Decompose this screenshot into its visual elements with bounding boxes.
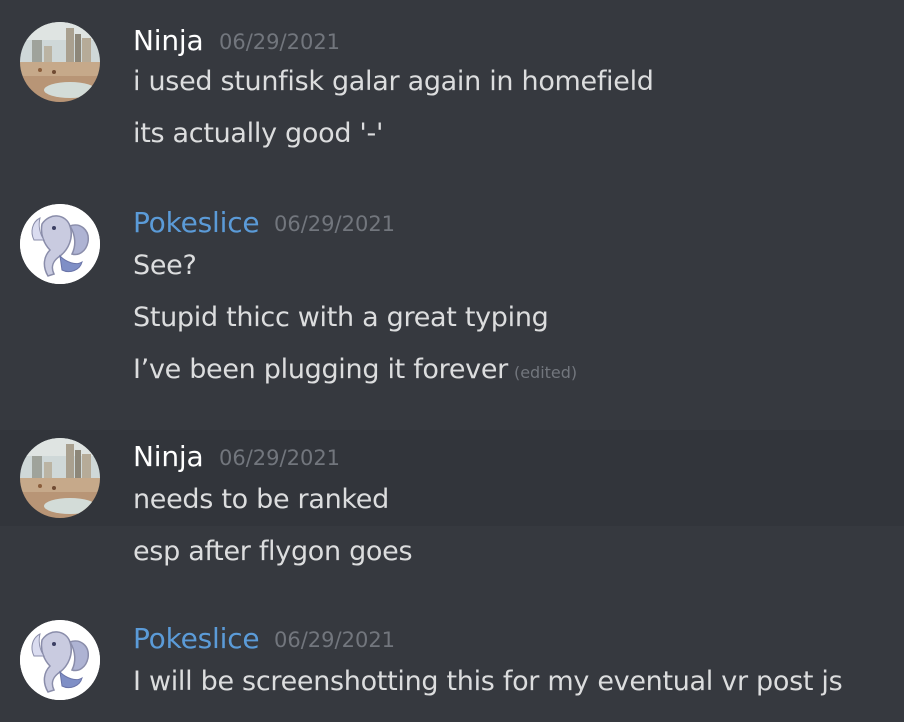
message-line: needs to be ranked <box>133 484 389 515</box>
message-line: See? <box>133 250 197 281</box>
message-text: I’ve been plugging it forever <box>133 354 508 385</box>
message-line: I’ve been plugging it forever (edited) <box>133 354 577 385</box>
avatar[interactable] <box>20 438 100 518</box>
message-line: I will be screenshotting this for my eve… <box>133 666 843 697</box>
lugia-avatar-icon <box>20 620 100 700</box>
avatar[interactable] <box>20 620 100 700</box>
message-line: Stupid thicc with a great typing <box>133 302 549 333</box>
message-author[interactable]: Ninja <box>133 24 204 57</box>
message-line: its actually good '-' <box>133 118 384 149</box>
avatar[interactable] <box>20 22 100 102</box>
beach-photo-avatar-icon <box>20 438 100 518</box>
message-line: i used stunfisk galar again in homefield <box>133 66 654 97</box>
message-timestamp: 06/29/2021 <box>274 628 396 652</box>
message-author[interactable]: Pokeslice <box>133 206 260 239</box>
message-timestamp: 06/29/2021 <box>219 30 341 54</box>
lugia-avatar-icon <box>20 204 100 284</box>
avatar[interactable] <box>20 204 100 284</box>
message-timestamp: 06/29/2021 <box>274 212 396 236</box>
message-author[interactable]: Pokeslice <box>133 622 260 655</box>
message-timestamp: 06/29/2021 <box>219 446 341 470</box>
edited-label: (edited) <box>513 363 578 382</box>
chat-messages: Ninja 06/29/2021 i used stunfisk galar a… <box>0 0 904 722</box>
message-author[interactable]: Ninja <box>133 440 204 473</box>
beach-photo-avatar-icon <box>20 22 100 102</box>
message-line: esp after flygon goes <box>133 536 413 567</box>
